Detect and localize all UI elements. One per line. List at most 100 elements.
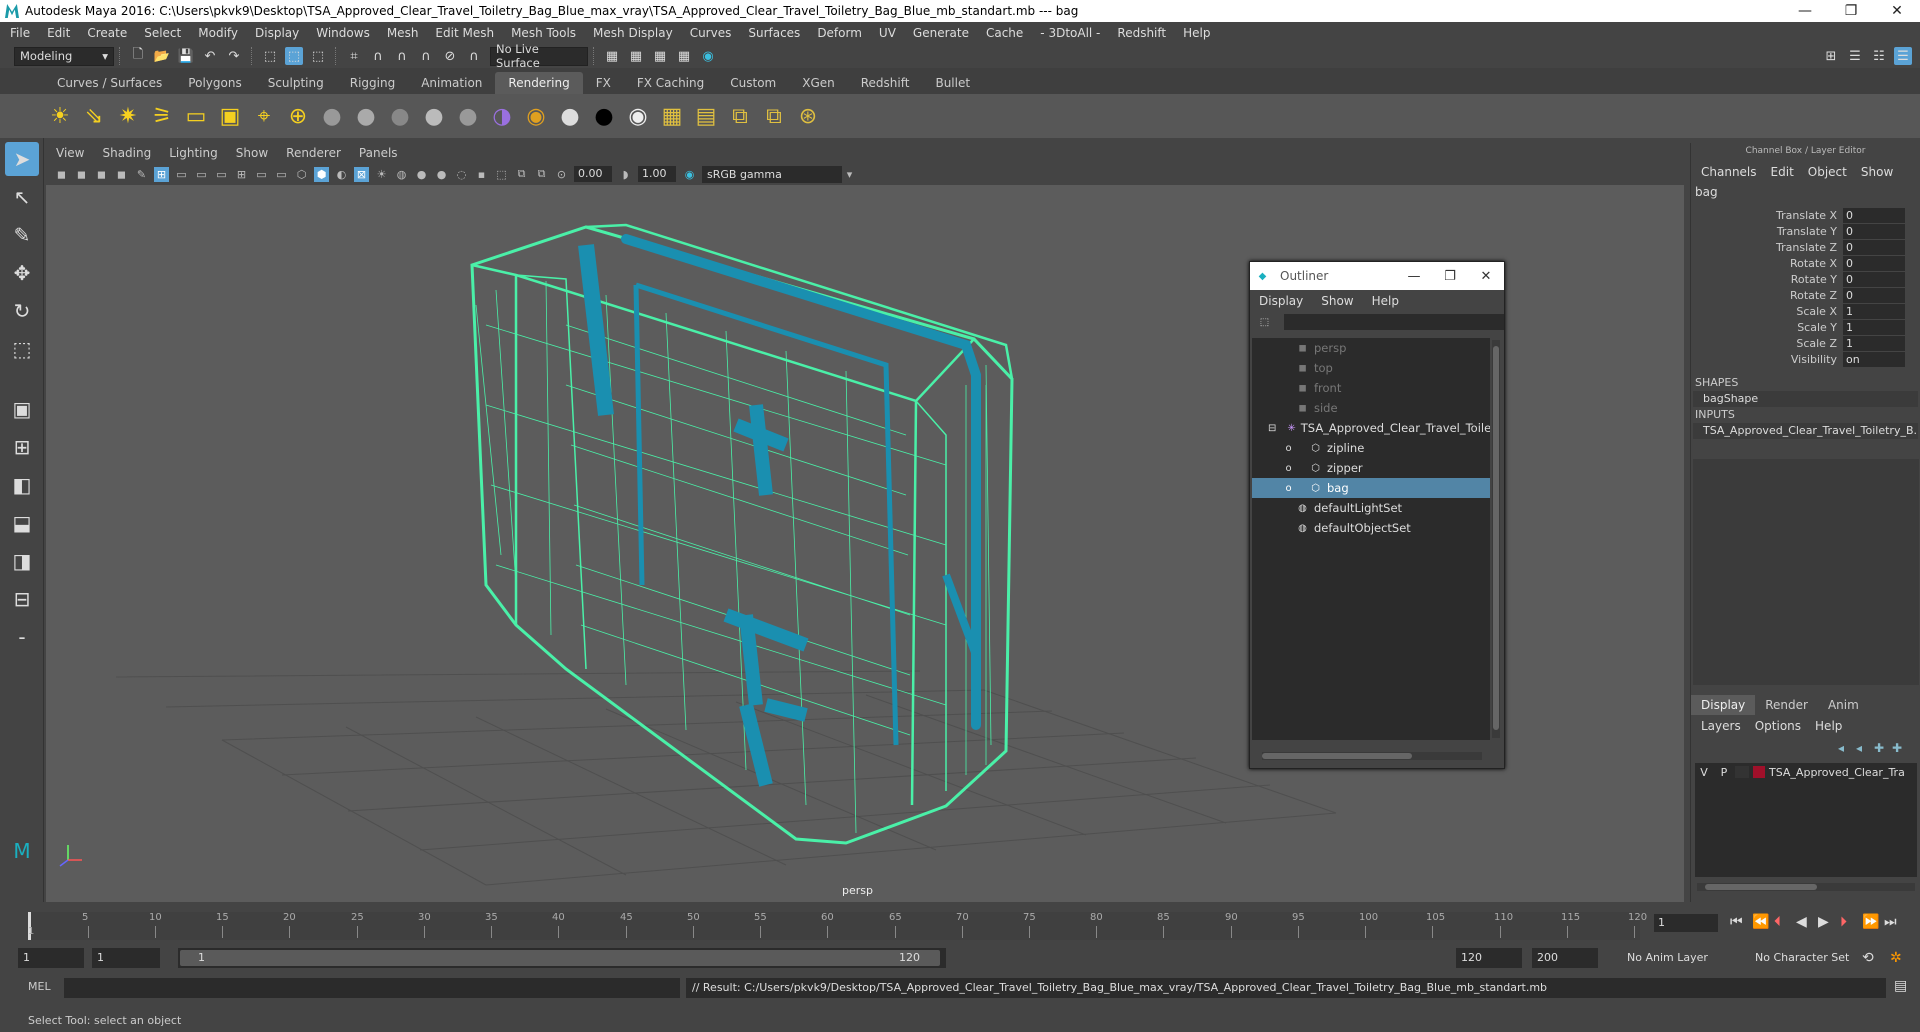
- cb-menu-edit[interactable]: Edit: [1771, 165, 1794, 179]
- xray-icon[interactable]: ⊠: [354, 166, 369, 182]
- new-layer-selected-icon[interactable]: ✚: [1892, 741, 1910, 755]
- menu-mesh[interactable]: Mesh: [387, 26, 419, 40]
- outliner-search-input[interactable]: [1284, 314, 1504, 330]
- cb-menu-show[interactable]: Show: [1861, 165, 1893, 179]
- four-view-icon[interactable]: ⊞: [5, 430, 39, 464]
- shelf-tab-polygons[interactable]: Polygons: [175, 72, 254, 94]
- gate-mask-icon[interactable]: ▭: [214, 167, 229, 182]
- menu-mesh-display[interactable]: Mesh Display: [593, 26, 673, 40]
- camera-aim-icon[interactable]: ⊕: [284, 102, 312, 130]
- attr-value[interactable]: on: [1843, 351, 1905, 367]
- render-settings-icon[interactable]: ▦: [675, 47, 693, 65]
- cb-menu-channels[interactable]: Channels: [1701, 165, 1757, 179]
- shelf-tab-redshift[interactable]: Redshift: [848, 72, 923, 94]
- layout-options-icon[interactable]: -: [5, 620, 39, 654]
- outliner-item-zipline[interactable]: o ⬡ zipline: [1252, 438, 1490, 458]
- magnet-icon[interactable]: ∩: [465, 47, 483, 65]
- wireframe-on-shaded-icon[interactable]: ◐: [334, 167, 349, 182]
- directional-light-icon[interactable]: ⇘: [80, 102, 108, 130]
- attribute-editor-icon[interactable]: ☰: [1846, 47, 1864, 65]
- resolution-gate-icon[interactable]: ▭: [194, 167, 209, 182]
- render-frame-icon[interactable]: ▦: [627, 47, 645, 65]
- character-set-dropdown[interactable]: No Character Set: [1750, 948, 1874, 968]
- attr-value[interactable]: 0: [1843, 271, 1905, 287]
- animation-prefs-icon[interactable]: ✲: [1890, 950, 1902, 966]
- range-slider-track[interactable]: 1 120: [178, 948, 946, 968]
- lambert-sphere-icon[interactable]: ●: [318, 102, 346, 130]
- color-management-icon[interactable]: ◉: [682, 167, 697, 182]
- play-backward-icon[interactable]: ◀: [1796, 914, 1807, 930]
- panel-menu-show[interactable]: Show: [236, 146, 268, 160]
- play-forward-icon[interactable]: ▶: [1818, 914, 1829, 930]
- select-component-icon[interactable]: ⬚: [309, 47, 327, 65]
- tool-settings-icon[interactable]: ☷: [1870, 47, 1888, 65]
- layer-tab-anim[interactable]: Anim: [1818, 695, 1869, 715]
- outliner-item-defaultobjectset[interactable]: ◍ defaultObjectSet: [1252, 518, 1490, 538]
- shelf-tab-curves-surfaces[interactable]: Curves / Surfaces: [44, 72, 175, 94]
- isolate-select-icon[interactable]: ⬚: [494, 167, 509, 182]
- live-surface-field[interactable]: No Live Surface: [490, 42, 588, 70]
- timeline-track[interactable]: 1 5 10 15 20 25 30 35 40 45 50 55 60 65 70 75 80 85 90 95 1…: [28, 912, 1647, 940]
- command-language-label[interactable]: MEL: [28, 980, 51, 993]
- safe-title-icon[interactable]: ▭: [274, 167, 289, 182]
- exposure-icon[interactable]: ⊙: [554, 167, 569, 182]
- menu-create[interactable]: Create: [87, 26, 127, 40]
- xray-joints-icon[interactable]: ⧉: [514, 167, 529, 182]
- range-slider-thumb[interactable]: 1 120: [180, 950, 940, 966]
- outliner-menu-help[interactable]: Help: [1372, 294, 1399, 308]
- black-sphere-icon[interactable]: ●: [590, 102, 618, 130]
- shelf-tab-sculpting[interactable]: Sculpting: [255, 72, 337, 94]
- outliner-maximize-button[interactable]: ❐: [1432, 269, 1468, 284]
- persp-outliner-icon[interactable]: ◧: [5, 468, 39, 502]
- anim-layer-dropdown[interactable]: No Anim Layer: [1622, 948, 1742, 968]
- attr-value[interactable]: 0: [1843, 207, 1905, 223]
- persp-graph-icon[interactable]: ⬓: [5, 506, 39, 540]
- outliner-item-group[interactable]: ⊟ ✳ TSA_Approved_Clear_Travel_Toiletr: [1252, 418, 1490, 438]
- menu-cache[interactable]: Cache: [986, 26, 1023, 40]
- menu-windows[interactable]: Windows: [316, 26, 370, 40]
- layer-row[interactable]: V P TSA_Approved_Clear_Tra: [1695, 763, 1917, 781]
- use-lights-icon[interactable]: ◍: [394, 167, 409, 182]
- gamma-icon[interactable]: ◗: [618, 167, 633, 182]
- step-back-icon[interactable]: ⏪: [1752, 914, 1769, 930]
- outliner-vertical-scrollbar[interactable]: [1492, 340, 1500, 738]
- film-gate-icon[interactable]: ▭: [174, 167, 189, 182]
- render-view-icon[interactable]: ▦: [658, 102, 686, 130]
- outliner-item-zipper[interactable]: o ⬡ zipper: [1252, 458, 1490, 478]
- menu-modify[interactable]: Modify: [198, 26, 238, 40]
- layer-name[interactable]: TSA_Approved_Clear_Tra: [1769, 766, 1905, 779]
- persp-hypershade-icon[interactable]: ◨: [5, 544, 39, 578]
- lasso-tool-icon[interactable]: ↖: [5, 180, 39, 214]
- single-perspective-icon[interactable]: ▣: [5, 392, 39, 426]
- shelf-tab-custom[interactable]: Custom: [717, 72, 789, 94]
- attr-value[interactable]: 1: [1843, 303, 1905, 319]
- shelf-tab-rigging[interactable]: Rigging: [337, 72, 408, 94]
- outliner-item-defaultlightset[interactable]: ◍ defaultLightSet: [1252, 498, 1490, 518]
- layer-horizontal-scrollbar[interactable]: [1697, 883, 1915, 891]
- camera-icon[interactable]: ⌖: [250, 102, 278, 130]
- menu-file[interactable]: File: [10, 26, 30, 40]
- animation-end-field[interactable]: 200: [1532, 948, 1598, 968]
- outliner-item-bag[interactable]: o ⬡ bag: [1252, 478, 1490, 498]
- batch-render-icon[interactable]: ⧉: [726, 102, 754, 130]
- outliner-item-front[interactable]: ◼ front: [1252, 378, 1490, 398]
- spot-light-icon[interactable]: ⚞: [148, 102, 176, 130]
- image-plane-icon[interactable]: ◼: [94, 167, 109, 182]
- phong-sphere-icon[interactable]: ●: [386, 102, 414, 130]
- menu-surfaces[interactable]: Surfaces: [748, 26, 800, 40]
- grease-pencil-icon[interactable]: ✎: [134, 167, 149, 182]
- scrollbar-thumb[interactable]: [1262, 753, 1412, 759]
- close-button[interactable]: ✕: [1874, 3, 1920, 19]
- hypershade-shelf-icon[interactable]: ⊛: [794, 102, 822, 130]
- go-to-start-icon[interactable]: ⏮: [1730, 914, 1743, 930]
- textured-icon[interactable]: ☀: [374, 167, 389, 182]
- script-editor-icon[interactable]: ▤: [1894, 978, 1907, 994]
- new-scene-icon[interactable]: 🗋: [129, 47, 147, 65]
- panel-menu-panels[interactable]: Panels: [359, 146, 398, 160]
- outliner-horizontal-scrollbar[interactable]: [1262, 752, 1482, 760]
- hypershade-icon[interactable]: ◉: [699, 47, 717, 65]
- select-object-icon[interactable]: ⬚: [285, 47, 303, 65]
- camera-attributes-icon[interactable]: ◼: [54, 167, 69, 182]
- attr-value[interactable]: 0: [1843, 239, 1905, 255]
- attr-value[interactable]: 0: [1843, 255, 1905, 271]
